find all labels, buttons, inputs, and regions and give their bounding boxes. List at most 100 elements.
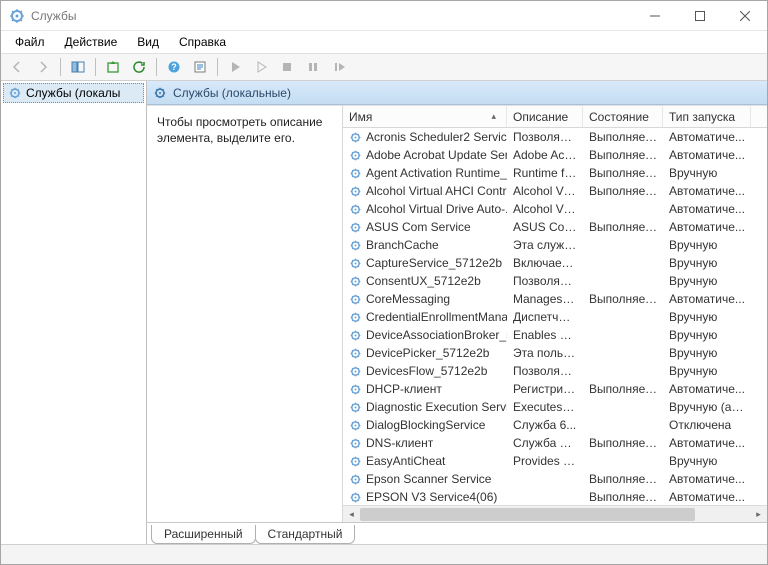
service-start-cell: Вручную (ак... (663, 400, 751, 414)
help-button[interactable]: ? (162, 56, 186, 78)
service-desc-cell: Позволяет... (507, 274, 583, 288)
start-service-button[interactable] (223, 56, 247, 78)
service-state-cell: Выполняется (583, 472, 663, 486)
column-header-name-label: Имя (349, 110, 372, 124)
service-row[interactable]: Acronis Scheduler2 ServiceПозволяет...Вы… (343, 128, 767, 146)
horizontal-scrollbar[interactable]: ◂ ▸ (343, 505, 767, 522)
service-desc-cell: ASUS Com... (507, 220, 583, 234)
service-name-text: Diagnostic Execution Service (366, 400, 507, 414)
sort-asc-icon: ▴ (491, 111, 496, 122)
tab-extended[interactable]: Расширенный (151, 525, 256, 544)
service-name-cell: CredentialEnrollmentMana... (343, 310, 507, 324)
menu-help[interactable]: Справка (169, 33, 236, 51)
service-desc-cell: Provides in... (507, 454, 583, 468)
description-pane: Чтобы просмотреть описание элемента, выд… (147, 106, 343, 522)
service-row[interactable]: Epson Scanner ServiceВыполняетсяАвтомати… (343, 470, 767, 488)
service-name-cell: EasyAntiCheat (343, 454, 507, 468)
pause-service-button[interactable] (301, 56, 325, 78)
service-row[interactable]: Agent Activation Runtime_...Runtime fo..… (343, 164, 767, 182)
service-row[interactable]: Alcohol Virtual AHCI Contr...Alcohol Vir… (343, 182, 767, 200)
service-row[interactable]: Alcohol Virtual Drive Auto-...Alcohol Vi… (343, 200, 767, 218)
service-name-cell: Alcohol Virtual Drive Auto-... (343, 202, 507, 216)
service-start-cell: Автоматиче... (663, 292, 751, 306)
gear-icon (349, 383, 362, 396)
service-row[interactable]: DNS-клиентСлужба D...ВыполняетсяАвтомати… (343, 434, 767, 452)
tab-standard[interactable]: Стандартный (255, 525, 356, 544)
menu-view[interactable]: Вид (127, 33, 169, 51)
service-start-cell: Автоматиче... (663, 202, 751, 216)
service-row[interactable]: CaptureService_5712e2bВключает ...Вручну… (343, 254, 767, 272)
show-hide-tree-button[interactable] (66, 56, 90, 78)
service-desc-cell: Служба D... (507, 436, 583, 450)
nav-forward-button[interactable] (31, 56, 55, 78)
service-row[interactable]: DHCP-клиентРегистрир...ВыполняетсяАвтома… (343, 380, 767, 398)
service-start-cell: Вручную (663, 364, 751, 378)
service-row[interactable]: DevicePicker_5712e2bЭта польз...Вручную (343, 344, 767, 362)
service-row[interactable]: DeviceAssociationBroker_57...Enables ap.… (343, 326, 767, 344)
service-row[interactable]: ASUS Com ServiceASUS Com...ВыполняетсяАв… (343, 218, 767, 236)
service-desc-cell: Регистрир... (507, 382, 583, 396)
service-row[interactable]: Diagnostic Execution ServiceExecutes di.… (343, 398, 767, 416)
service-name-text: CaptureService_5712e2b (366, 256, 502, 270)
service-list-body[interactable]: Acronis Scheduler2 Service Позволяет... Вы… (343, 128, 767, 505)
scroll-thumb[interactable] (360, 508, 695, 521)
service-name-text: EasyAntiCheat (366, 454, 445, 468)
service-name-cell: DevicePicker_5712e2b (343, 346, 507, 360)
service-row[interactable]: CredentialEnrollmentMana...Диспетчер...В… (343, 308, 767, 326)
minimize-button[interactable] (632, 1, 677, 31)
menu-file[interactable]: Файл (5, 33, 55, 51)
tree-pane: Службы (локалы (1, 81, 147, 544)
titlebar: Службы (1, 1, 767, 31)
scroll-left-icon[interactable]: ◂ (343, 506, 360, 523)
service-start-cell: Автоматиче... (663, 220, 751, 234)
service-row[interactable]: EPSON V3 Service4(06)ВыполняетсяАвтомати… (343, 488, 767, 505)
service-start-cell: Вручную (663, 238, 751, 252)
service-desc-cell: Manages c... (507, 292, 583, 306)
column-header-desc[interactable]: Описание (507, 106, 583, 127)
inner-header-title: Службы (локальные) (173, 86, 291, 100)
service-start-cell: Автоматиче... (663, 148, 751, 162)
service-row[interactable]: BranchCacheЭта служб...Вручную (343, 236, 767, 254)
service-start-cell: Отключена (663, 418, 751, 432)
column-header-state[interactable]: Состояние (583, 106, 663, 127)
refresh-button[interactable] (127, 56, 151, 78)
service-row[interactable]: DevicesFlow_5712e2bПозволяет...Вручную (343, 362, 767, 380)
service-row[interactable]: Adobe Acrobat Update Serv...Adobe Acr...… (343, 146, 767, 164)
scroll-right-icon[interactable]: ▸ (750, 506, 767, 523)
service-row[interactable]: ConsentUX_5712e2bПозволяет...Вручную (343, 272, 767, 290)
service-name-cell: DeviceAssociationBroker_57... (343, 328, 507, 342)
stop-service-button[interactable] (275, 56, 299, 78)
properties-button[interactable] (188, 56, 212, 78)
service-row[interactable]: EasyAntiCheatProvides in...Вручную (343, 452, 767, 470)
service-name-text: Acronis Scheduler2 Service (366, 130, 507, 144)
maximize-button[interactable] (677, 1, 722, 31)
service-state-cell: Выполняется (583, 130, 663, 144)
service-row[interactable]: CoreMessagingManages c...ВыполняетсяАвто… (343, 290, 767, 308)
close-button[interactable] (722, 1, 767, 31)
column-header-name[interactable]: Имя ▴ (343, 106, 507, 127)
service-name-cell: EPSON V3 Service4(06) (343, 490, 507, 504)
right-pane: Службы (локальные) Чтобы просмотреть опи… (147, 81, 767, 544)
tree-item-services-local[interactable]: Службы (локалы (3, 83, 144, 103)
service-state-cell: Выполняется (583, 184, 663, 198)
service-desc-cell: Runtime fo... (507, 166, 583, 180)
scroll-track[interactable] (360, 506, 750, 523)
service-name-cell: CoreMessaging (343, 292, 507, 306)
service-start-cell: Автоматиче... (663, 436, 751, 450)
column-header-start[interactable]: Тип запуска (663, 106, 751, 127)
gear-icon (153, 86, 167, 100)
gear-icon (349, 365, 362, 378)
nav-back-button[interactable] (5, 56, 29, 78)
service-desc-cell: Executes di... (507, 400, 583, 414)
content-area: Службы (локалы Службы (локальные) Чтобы … (1, 81, 767, 544)
start-service-alt-button[interactable] (249, 56, 273, 78)
service-row[interactable]: DialogBlockingServiceСлужба 6...Отключен… (343, 416, 767, 434)
gear-icon (349, 311, 362, 324)
gear-icon (8, 86, 22, 100)
menu-action[interactable]: Действие (55, 33, 128, 51)
gear-icon (349, 473, 362, 486)
export-list-button[interactable] (101, 56, 125, 78)
service-name-cell: Adobe Acrobat Update Serv... (343, 148, 507, 162)
service-name-text: ASUS Com Service (366, 220, 471, 234)
restart-service-button[interactable] (327, 56, 351, 78)
